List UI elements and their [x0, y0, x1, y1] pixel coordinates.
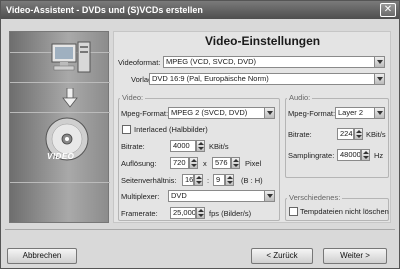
videoformat-value: MPEG (VCD, SVCD, DVD)	[166, 57, 257, 66]
seitenverhaeltnis-unit: (B : H)	[241, 176, 263, 185]
next-button[interactable]: Weiter >	[323, 248, 387, 264]
framerate-label: Framerate:	[121, 209, 158, 218]
audio-bitrate-unit: KBit/s	[366, 130, 386, 139]
temp-files-checkbox[interactable]	[289, 207, 298, 216]
samplingrate-unit: Hz	[374, 151, 384, 160]
videoformat-select[interactable]: MPEG (VCD, SVCD, DVD)	[163, 56, 385, 68]
chevron-down-icon[interactable]	[264, 108, 274, 118]
video-bitrate-input[interactable]: 4000	[170, 140, 196, 152]
multiplexer-select[interactable]: DVD	[168, 190, 275, 202]
sidebar-image-panel: VIDEO	[9, 31, 110, 223]
aufloesung-unit: Pixel	[245, 159, 262, 168]
multiplexer-label: Multiplexer:	[121, 192, 160, 201]
samplingrate-input[interactable]: 48000	[337, 149, 361, 161]
video-bitrate-label: Bitrate:	[121, 142, 145, 151]
video-mpeg-format-label: Mpeg-Format:	[121, 109, 169, 118]
interlaced-checkbox[interactable]	[122, 125, 131, 134]
aufloesung-width-spinner[interactable]	[189, 157, 198, 169]
aufloesung-height-input[interactable]: 576	[212, 157, 231, 169]
page-title: Video-Einstellungen	[205, 34, 321, 48]
interlaced-label: Interlaced (Halbbilder)	[134, 125, 208, 134]
close-icon: ✕	[383, 4, 393, 15]
close-button[interactable]: ✕	[380, 3, 396, 17]
arrow-down-icon	[62, 88, 78, 108]
audio-bitrate-label: Bitrate:	[288, 130, 312, 139]
panel-stripe	[10, 112, 110, 113]
vorlage-value: DVD 16:9 (Pal, Europäische Norm)	[152, 74, 269, 83]
audio-group-title: Audio:	[287, 93, 313, 102]
chevron-down-icon[interactable]	[374, 74, 384, 84]
aufloesung-height-spinner[interactable]	[231, 157, 240, 169]
framerate-spinner[interactable]	[196, 207, 205, 219]
video-mpeg-format-value: MPEG 2 (SVCD, DVD)	[171, 108, 248, 117]
aufloesung-label: Auflösung:	[121, 159, 157, 168]
aufloesung-width-input[interactable]: 720	[170, 157, 189, 169]
framerate-input[interactable]: 25,000	[170, 207, 196, 219]
video-logo-label: VIDEO	[47, 152, 75, 161]
title-bar: Video-Assistent - DVDs und (S)VCDs erste…	[1, 1, 399, 19]
back-button[interactable]: < Zurück	[251, 248, 313, 264]
seitenverhaeltnis-a-input[interactable]: 16	[182, 174, 194, 186]
chevron-down-icon[interactable]	[264, 191, 274, 201]
vorlage-select[interactable]: DVD 16:9 (Pal, Europäische Norm)	[149, 73, 385, 85]
computer-icon	[51, 41, 91, 73]
aufloesung-separator: x	[203, 159, 207, 168]
audio-bitrate-input[interactable]: 224	[337, 128, 354, 140]
audio-mpeg-format-label: Mpeg-Format:	[288, 109, 336, 118]
seitenverhaeltnis-label: Seitenverhältnis:	[121, 176, 177, 185]
samplingrate-label: Samplingrate:	[288, 151, 335, 160]
panel-stripe	[10, 182, 110, 183]
multiplexer-value: DVD	[171, 191, 187, 200]
footer-separator	[5, 229, 395, 230]
seitenverhaeltnis-b-input[interactable]: 9	[213, 174, 225, 186]
audio-mpeg-format-value: Layer 2	[338, 108, 364, 117]
cancel-button[interactable]: Abbrechen	[7, 248, 77, 264]
temp-files-label: Tempdateien nicht löschen	[300, 207, 389, 216]
seitenverhaeltnis-separator: :	[207, 176, 210, 185]
chevron-down-icon[interactable]	[374, 108, 384, 118]
video-mpeg-format-select[interactable]: MPEG 2 (SVCD, DVD)	[168, 107, 275, 119]
videoformat-label: Videoformat:	[118, 58, 161, 67]
framerate-unit: fps (Bilder/s)	[209, 209, 252, 218]
samplingrate-spinner[interactable]	[361, 149, 370, 161]
video-bitrate-unit: KBit/s	[209, 142, 229, 151]
chevron-down-icon[interactable]	[374, 57, 384, 67]
wizard-window: Video-Assistent - DVDs und (S)VCDs erste…	[0, 0, 400, 269]
audio-bitrate-spinner[interactable]	[354, 128, 363, 140]
seitenverhaeltnis-a-spinner[interactable]	[194, 174, 203, 186]
audio-mpeg-format-select[interactable]: Layer 2	[335, 107, 385, 119]
video-bitrate-spinner[interactable]	[196, 140, 205, 152]
panel-stripe	[10, 82, 110, 83]
misc-group-title: Verschiedenes:	[287, 193, 343, 202]
video-group-title: Video:	[120, 93, 146, 102]
seitenverhaeltnis-b-spinner[interactable]	[225, 174, 234, 186]
window-title: Video-Assistent - DVDs und (S)VCDs erste…	[6, 5, 203, 15]
